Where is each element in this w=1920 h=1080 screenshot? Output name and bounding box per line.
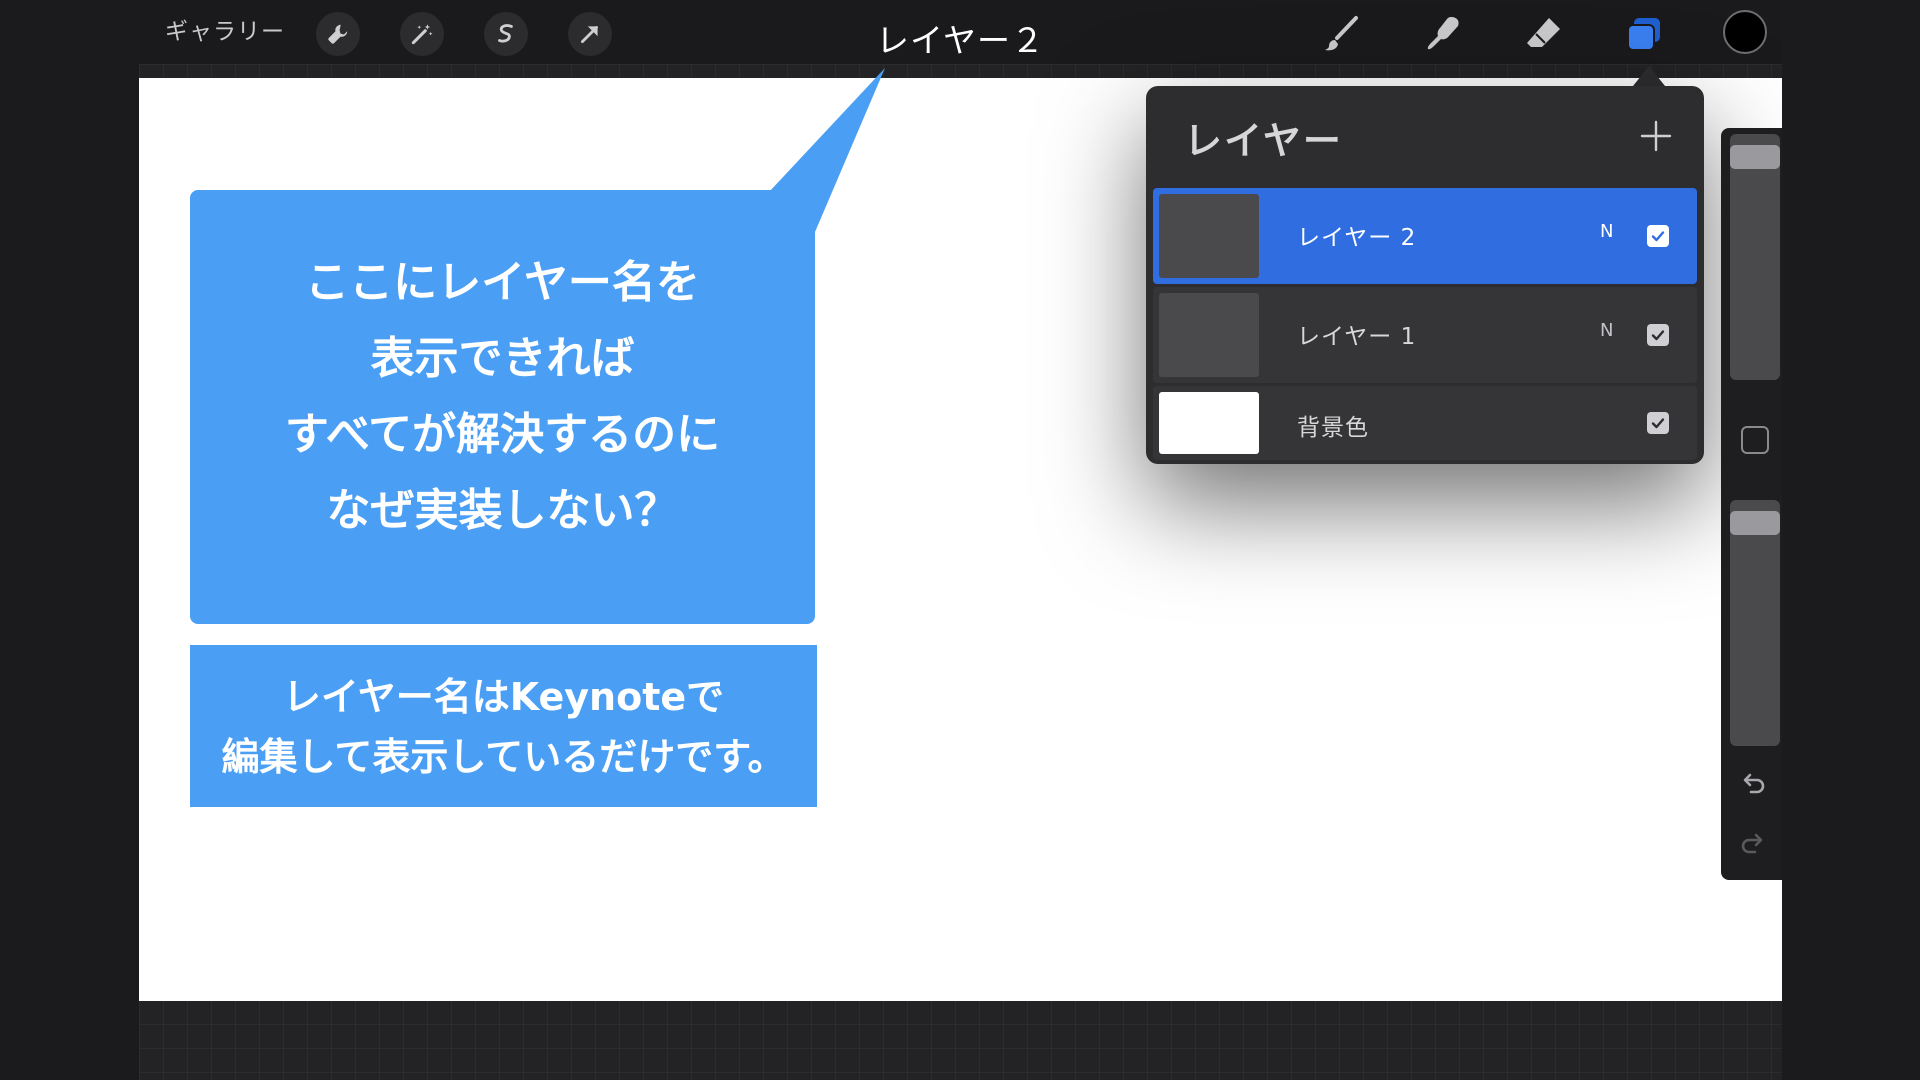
layer-row-2[interactable]: レイヤー 2 N xyxy=(1153,188,1697,284)
adjustments-button[interactable] xyxy=(400,12,444,56)
speech-bubble: ここにレイヤー名を 表示できれば すべてが解決するのに なぜ実装しない？ xyxy=(190,190,815,624)
layer-name: レイヤー 2 xyxy=(1297,225,1417,251)
wrench-icon xyxy=(328,24,348,44)
smudge-icon xyxy=(1427,17,1459,50)
brush-icon xyxy=(1325,16,1358,51)
note-line-1: レイヤー名はKeynoteで xyxy=(282,675,725,719)
eraser-icon xyxy=(1527,18,1560,47)
layers-icon xyxy=(1627,18,1660,51)
selection-button[interactable] xyxy=(484,12,528,56)
transform-button[interactable] xyxy=(568,12,612,56)
visibility-checkbox[interactable] xyxy=(1647,225,1669,247)
layer-thumbnail xyxy=(1159,293,1259,377)
layers-panel-title: レイヤー xyxy=(1184,119,1343,163)
speech-bubble-text: ここにレイヤー名を 表示できれば すべてが解決するのに なぜ実装しない？ xyxy=(190,245,815,549)
undo-icon[interactable] xyxy=(1737,768,1769,800)
top-toolbar: ギャラリー レイヤー２ xyxy=(139,0,1782,64)
checkmark-icon xyxy=(1651,330,1665,341)
left-bezel xyxy=(0,0,139,1080)
blend-mode-button[interactable]: N xyxy=(1600,320,1613,341)
ipad-screen: ここにレイヤー名を 表示できれば すべてが解決するのに なぜ実装しない？ レイヤ… xyxy=(0,0,1920,1080)
layers-panel: レイヤー レイヤー 2 N レイヤー 1 N 背景色 xyxy=(1146,86,1704,464)
right-sidebar xyxy=(1721,128,1782,880)
layer-row-background[interactable]: 背景色 xyxy=(1153,386,1697,460)
brush-size-slider-thumb[interactable] xyxy=(1730,145,1780,169)
color-picker-button[interactable] xyxy=(1723,10,1767,54)
layers-tool-button[interactable] xyxy=(1620,10,1668,58)
blend-mode-button[interactable]: N xyxy=(1600,221,1613,242)
actions-button[interactable] xyxy=(316,12,360,56)
opacity-slider[interactable] xyxy=(1730,500,1780,746)
visibility-checkbox[interactable] xyxy=(1647,412,1669,434)
magic-wand-icon xyxy=(411,24,433,45)
gallery-button[interactable]: ギャラリー xyxy=(165,14,285,50)
eraser-tool-button[interactable] xyxy=(1520,10,1568,58)
paint-tool-button[interactable] xyxy=(1318,10,1366,58)
current-layer-title: レイヤー２ xyxy=(875,21,1045,60)
checkmark-icon xyxy=(1651,418,1665,429)
bubble-line-1: ここにレイヤー名を xyxy=(305,257,700,308)
layer-name: 背景色 xyxy=(1297,415,1369,441)
bubble-line-2: 表示できれば xyxy=(370,333,635,384)
layers-panel-caret xyxy=(1633,66,1665,86)
bubble-line-3: すべてが解決するのに xyxy=(284,409,721,460)
redo-icon[interactable] xyxy=(1737,828,1769,860)
transform-arrow-icon xyxy=(581,26,598,43)
visibility-checkbox[interactable] xyxy=(1647,324,1669,346)
layer-name: レイヤー 1 xyxy=(1297,324,1417,350)
add-layer-plus-icon[interactable] xyxy=(1636,116,1676,156)
note-line-2: 編集して表示しているだけです。 xyxy=(221,735,786,779)
note-box: レイヤー名はKeynoteで 編集して表示しているだけです。 xyxy=(190,645,817,807)
bubble-line-4: なぜ実装しない？ xyxy=(326,485,679,536)
layer-thumbnail xyxy=(1159,194,1259,278)
checkmark-icon xyxy=(1651,231,1665,242)
opacity-slider-thumb[interactable] xyxy=(1730,511,1780,535)
selection-icon xyxy=(498,24,513,43)
smudge-tool-button[interactable] xyxy=(1419,10,1467,58)
background-color-swatch xyxy=(1159,392,1259,454)
right-bezel xyxy=(1781,0,1920,1080)
procreate-app: ここにレイヤー名を 表示できれば すべてが解決するのに なぜ実装しない？ レイヤ… xyxy=(139,0,1782,1080)
modify-square-icon[interactable] xyxy=(1741,426,1769,454)
brush-size-slider[interactable] xyxy=(1730,134,1780,380)
layer-row-1[interactable]: レイヤー 1 N xyxy=(1153,287,1697,383)
